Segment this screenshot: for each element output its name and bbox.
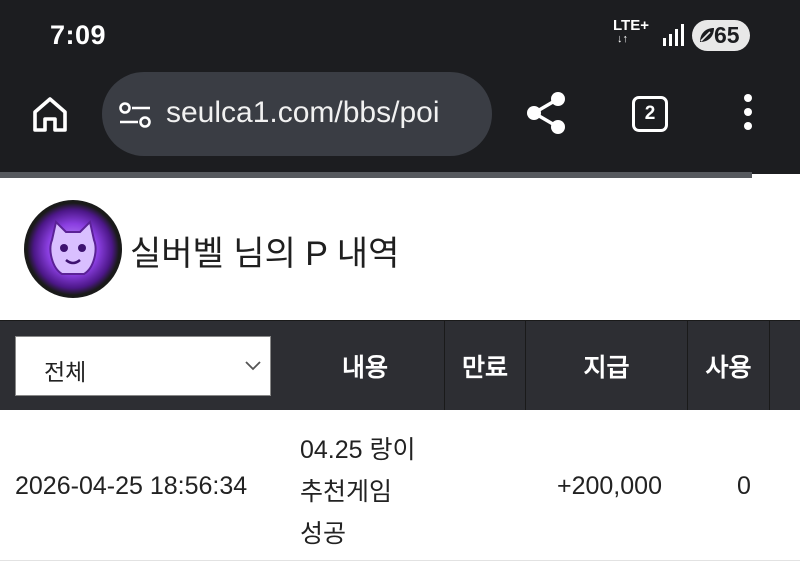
- row-date: 2026-04-25 18:56:34: [15, 472, 248, 500]
- column-header-content: 내용: [341, 354, 388, 382]
- status-time: 7:09: [50, 20, 107, 50]
- home-icon[interactable]: [30, 94, 70, 134]
- network-indicator: LTE+ ↓↑: [613, 18, 649, 45]
- status-bar: 7:09 LTE+ ↓↑ 65: [0, 0, 800, 68]
- column-header-use: 사용: [687, 321, 769, 411]
- tab-switcher-button[interactable]: 2: [632, 96, 668, 132]
- column-header-pay: 지급: [525, 321, 687, 411]
- column-header-spacer: [769, 321, 800, 411]
- row-pay: +200,000: [557, 472, 662, 500]
- network-type: LTE+: [613, 17, 649, 34]
- page-title: 실버벨 님의 P 내역: [130, 235, 400, 273]
- table-row: 2026-04-25 18:56:34 04.25 랑이 추천게임 성공 +20…: [0, 410, 800, 561]
- chevron-down-icon: [245, 361, 261, 371]
- row-use: 0: [737, 472, 751, 500]
- column-header-expire: 만료: [444, 321, 525, 411]
- table-header: 전체 내용 만료 지급 사용: [0, 320, 800, 411]
- signal-icon: [663, 24, 684, 46]
- share-icon[interactable]: [524, 90, 568, 136]
- row-content: 04.25 랑이 추천게임 성공: [300, 436, 416, 548]
- site-settings-icon[interactable]: [118, 102, 152, 128]
- overflow-menu-icon[interactable]: [742, 94, 754, 134]
- filter-selected-value: 전체: [44, 359, 87, 385]
- profile-header: 실버벨 님의 P 내역: [0, 178, 800, 320]
- url-text[interactable]: seulca1.com/bbs/poi: [166, 96, 440, 130]
- battery-level: 65: [714, 22, 740, 48]
- address-bar[interactable]: seulca1.com/bbs/poi: [102, 72, 492, 156]
- avatar: [24, 200, 122, 298]
- filter-select[interactable]: 전체: [15, 336, 271, 396]
- battery-indicator: 65: [692, 20, 750, 51]
- browser-toolbar: seulca1.com/bbs/poi 2: [0, 68, 800, 174]
- network-arrows-icon: ↓↑: [617, 33, 628, 45]
- avatar-image: [27, 203, 119, 295]
